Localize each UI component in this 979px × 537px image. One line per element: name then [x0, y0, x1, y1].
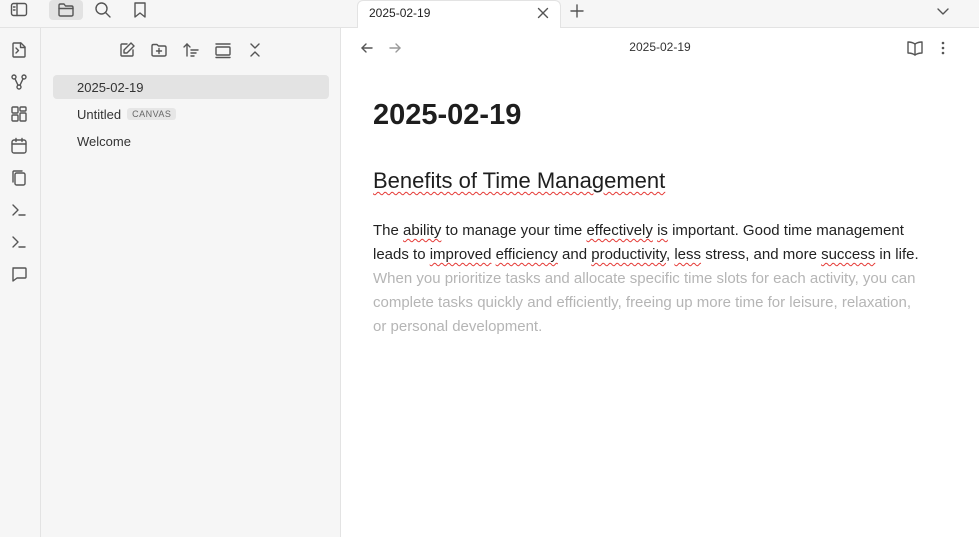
paragraph-body: The ability to manage your time effectiv… — [373, 222, 919, 263]
file-name: 2025-02-19 — [77, 79, 144, 95]
heading-2-text: Benefits of Time Management — [373, 168, 666, 193]
chevron-down-icon[interactable] — [933, 1, 953, 21]
paragraph-text: to manage your time — [441, 222, 587, 239]
tab-title: 2025-02-19 — [369, 6, 431, 20]
graph-view-icon[interactable] — [8, 71, 30, 93]
note-heading-1: 2025-02-19 — [373, 99, 522, 131]
note-paragraph: The ability to manage your time effectiv… — [373, 219, 925, 339]
misspelled-word: productivity — [591, 246, 666, 263]
open-quick-switcher-icon[interactable] — [8, 39, 30, 61]
misspelled-word: less — [674, 246, 702, 263]
paragraph-text: and — [557, 246, 592, 263]
new-tab-icon[interactable] — [567, 1, 587, 21]
sidebar-toggle-icon[interactable] — [6, 0, 32, 20]
canvas-tag: CANVAS — [127, 108, 177, 120]
auto-reveal-icon[interactable] — [211, 38, 235, 62]
editor-pane: 2025-02-19 2025-02-19 Benefits of Time M… — [341, 28, 979, 537]
tab-active[interactable]: 2025-02-19 — [357, 0, 561, 29]
paragraph-text: in life. — [875, 246, 919, 263]
new-note-icon[interactable] — [115, 38, 139, 62]
close-icon[interactable] — [534, 4, 552, 22]
file-explorer: 2025-02-19 Untitled CANVAS Welcome — [41, 28, 341, 537]
misspelled-word: is — [657, 222, 668, 239]
search-icon[interactable] — [90, 0, 116, 20]
command-palette-icon[interactable] — [8, 199, 30, 221]
file-name: Untitled — [77, 106, 122, 122]
files-icon[interactable] — [49, 0, 83, 20]
sort-icon[interactable] — [179, 38, 203, 62]
misspelled-word: effectively — [586, 222, 653, 239]
daily-note-icon[interactable] — [8, 135, 30, 157]
file-item-daily-note[interactable]: 2025-02-19 — [53, 75, 329, 99]
misspelled-word: improved — [429, 246, 492, 263]
collapse-all-icon[interactable] — [243, 38, 267, 62]
left-ribbon — [0, 28, 41, 537]
terminal-icon[interactable] — [8, 231, 30, 253]
canvas-icon[interactable] — [8, 103, 30, 125]
paragraph-text: The — [373, 222, 404, 239]
tab-bar: 2025-02-19 — [341, 0, 979, 29]
note-heading-2: Benefits of Time Management — [373, 168, 665, 194]
file-item-welcome[interactable]: Welcome — [53, 129, 329, 153]
left-topbar — [0, 0, 341, 28]
more-vertical-icon[interactable] — [933, 38, 953, 58]
view-header-title[interactable]: 2025-02-19 — [341, 40, 979, 54]
file-item-untitled[interactable]: Untitled CANVAS — [53, 102, 329, 126]
templates-icon[interactable] — [8, 167, 30, 189]
paragraph-text: stress, and more — [701, 246, 822, 263]
bookmark-icon[interactable] — [127, 0, 153, 20]
paragraph-ghost-text: When you prioritize tasks and allocate s… — [373, 270, 916, 335]
comment-icon[interactable] — [8, 263, 30, 285]
file-name: Welcome — [77, 133, 131, 149]
explorer-toolbar — [41, 38, 341, 62]
misspelled-word: success — [821, 246, 876, 263]
misspelled-word: ability — [403, 222, 442, 239]
new-folder-icon[interactable] — [147, 38, 171, 62]
book-open-icon[interactable] — [905, 38, 925, 58]
misspelled-word: efficiency — [495, 246, 558, 263]
